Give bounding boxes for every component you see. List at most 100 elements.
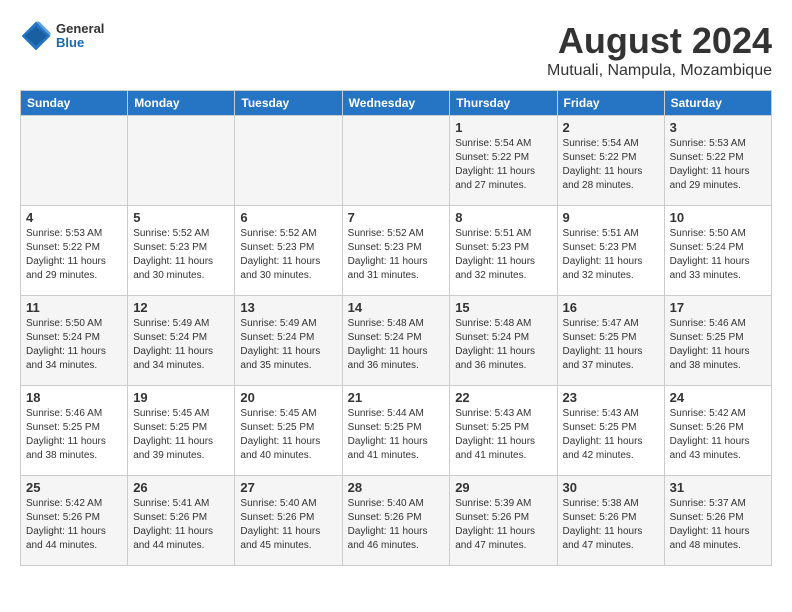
day-cell: 18 Sunrise: 5:46 AMSunset: 5:25 PMDayligh… — [21, 386, 128, 476]
day-cell: 27 Sunrise: 5:40 AMSunset: 5:26 PMDayligh… — [235, 476, 342, 566]
day-info: Sunrise: 5:44 AMSunset: 5:25 PMDaylight:… — [348, 407, 445, 463]
calendar: SundayMondayTuesdayWednesdayThursdayFrid… — [20, 90, 772, 566]
day-info: Sunrise: 5:40 AMSunset: 5:26 PMDaylight:… — [348, 497, 445, 553]
day-cell: 31 Sunrise: 5:37 AMSunset: 5:26 PMDayligh… — [664, 476, 771, 566]
day-number: 15 — [455, 300, 551, 315]
day-number: 30 — [563, 480, 659, 495]
day-cell: 16Sunrise: 5:47 AMSunset: 5:25 PMDayligh… — [557, 296, 664, 386]
day-info: Sunrise: 5:54 AMSunset: 5:22 PMDaylight:… — [563, 137, 659, 193]
day-number: 8 — [455, 210, 551, 225]
day-number: 20 — [240, 390, 336, 405]
day-cell: 10 Sunrise: 5:50 AMSunset: 5:24 PMDayligh… — [664, 206, 771, 296]
day-cell — [235, 116, 342, 206]
day-number: 2 — [563, 120, 659, 135]
day-info: Sunrise: 5:49 AMSunset: 5:24 PMDaylight:… — [133, 317, 229, 373]
day-info: Sunrise: 5:49 AMSunset: 5:24 PMDaylight:… — [240, 317, 336, 373]
day-number: 21 — [348, 390, 445, 405]
day-number: 12 — [133, 300, 229, 315]
day-cell: 26Sunrise: 5:41 AMSunset: 5:26 PMDayligh… — [128, 476, 235, 566]
day-info: Sunrise: 5:38 AMSunset: 5:26 PMDaylight:… — [563, 497, 659, 553]
day-header-tuesday: Tuesday — [235, 91, 342, 116]
day-cell: 21 Sunrise: 5:44 AMSunset: 5:25 PMDayligh… — [342, 386, 450, 476]
week-row-3: 11 Sunrise: 5:50 AMSunset: 5:24 PMDayligh… — [21, 296, 772, 386]
week-row-5: 25Sunrise: 5:42 AMSunset: 5:26 PMDayligh… — [21, 476, 772, 566]
week-row-4: 18 Sunrise: 5:46 AMSunset: 5:25 PMDayligh… — [21, 386, 772, 476]
day-info: Sunrise: 5:40 AMSunset: 5:26 PMDaylight:… — [240, 497, 336, 553]
day-header-sunday: Sunday — [21, 91, 128, 116]
logo-blue: Blue — [56, 36, 104, 50]
day-cell: 15 Sunrise: 5:48 AMSunset: 5:24 PMDayligh… — [450, 296, 557, 386]
logo-icon — [20, 20, 52, 52]
week-row-2: 4Sunrise: 5:53 AMSunset: 5:22 PMDaylight… — [21, 206, 772, 296]
day-info: Sunrise: 5:37 AMSunset: 5:26 PMDaylight:… — [670, 497, 766, 553]
day-cell: 2 Sunrise: 5:54 AMSunset: 5:22 PMDaylight… — [557, 116, 664, 206]
day-info: Sunrise: 5:51 AMSunset: 5:23 PMDaylight:… — [455, 227, 551, 283]
day-info: Sunrise: 5:50 AMSunset: 5:24 PMDaylight:… — [670, 227, 766, 283]
day-info: Sunrise: 5:54 AMSunset: 5:22 PMDaylight:… — [455, 137, 551, 193]
day-cell: 6 Sunrise: 5:52 AMSunset: 5:23 PMDaylight… — [235, 206, 342, 296]
day-header-wednesday: Wednesday — [342, 91, 450, 116]
header: General Blue August 2024 Mutuali, Nampul… — [20, 20, 772, 80]
day-number: 10 — [670, 210, 766, 225]
day-number: 26 — [133, 480, 229, 495]
day-number: 16 — [563, 300, 659, 315]
day-number: 18 — [26, 390, 122, 405]
day-cell: 28Sunrise: 5:40 AMSunset: 5:26 PMDayligh… — [342, 476, 450, 566]
day-cell: 22Sunrise: 5:43 AMSunset: 5:25 PMDayligh… — [450, 386, 557, 476]
day-cell: 9 Sunrise: 5:51 AMSunset: 5:23 PMDaylight… — [557, 206, 664, 296]
day-header-friday: Friday — [557, 91, 664, 116]
day-info: Sunrise: 5:52 AMSunset: 5:23 PMDaylight:… — [348, 227, 445, 283]
day-cell: 3 Sunrise: 5:53 AMSunset: 5:22 PMDaylight… — [664, 116, 771, 206]
logo: General Blue — [20, 20, 104, 52]
day-header-thursday: Thursday — [450, 91, 557, 116]
day-header-monday: Monday — [128, 91, 235, 116]
day-number: 23 — [563, 390, 659, 405]
day-info: Sunrise: 5:52 AMSunset: 5:23 PMDaylight:… — [240, 227, 336, 283]
day-number: 13 — [240, 300, 336, 315]
day-info: Sunrise: 5:48 AMSunset: 5:24 PMDaylight:… — [348, 317, 445, 373]
day-cell: 8 Sunrise: 5:51 AMSunset: 5:23 PMDaylight… — [450, 206, 557, 296]
day-header-saturday: Saturday — [664, 91, 771, 116]
day-number: 14 — [348, 300, 445, 315]
day-number: 3 — [670, 120, 766, 135]
week-row-1: 1 Sunrise: 5:54 AMSunset: 5:22 PMDaylight… — [21, 116, 772, 206]
day-info: Sunrise: 5:51 AMSunset: 5:23 PMDaylight:… — [563, 227, 659, 283]
day-cell: 24Sunrise: 5:42 AMSunset: 5:26 PMDayligh… — [664, 386, 771, 476]
day-cell — [342, 116, 450, 206]
day-cell: 30 Sunrise: 5:38 AMSunset: 5:26 PMDayligh… — [557, 476, 664, 566]
day-info: Sunrise: 5:39 AMSunset: 5:26 PMDaylight:… — [455, 497, 551, 553]
day-number: 6 — [240, 210, 336, 225]
logo-text: General Blue — [56, 22, 104, 51]
day-number: 11 — [26, 300, 122, 315]
day-number: 29 — [455, 480, 551, 495]
day-cell: 25Sunrise: 5:42 AMSunset: 5:26 PMDayligh… — [21, 476, 128, 566]
day-cell: 12 Sunrise: 5:49 AMSunset: 5:24 PMDayligh… — [128, 296, 235, 386]
day-info: Sunrise: 5:52 AMSunset: 5:23 PMDaylight:… — [133, 227, 229, 283]
day-number: 27 — [240, 480, 336, 495]
main-title: August 2024 — [547, 20, 772, 62]
day-info: Sunrise: 5:46 AMSunset: 5:25 PMDaylight:… — [26, 407, 122, 463]
day-cell: 29 Sunrise: 5:39 AMSunset: 5:26 PMDayligh… — [450, 476, 557, 566]
day-cell: 13 Sunrise: 5:49 AMSunset: 5:24 PMDayligh… — [235, 296, 342, 386]
day-info: Sunrise: 5:46 AMSunset: 5:25 PMDaylight:… — [670, 317, 766, 373]
day-cell — [21, 116, 128, 206]
day-cell: 14 Sunrise: 5:48 AMSunset: 5:24 PMDayligh… — [342, 296, 450, 386]
day-cell: 20 Sunrise: 5:45 AMSunset: 5:25 PMDayligh… — [235, 386, 342, 476]
day-info: Sunrise: 5:53 AMSunset: 5:22 PMDaylight:… — [670, 137, 766, 193]
day-number: 31 — [670, 480, 766, 495]
day-cell: 5Sunrise: 5:52 AMSunset: 5:23 PMDaylight… — [128, 206, 235, 296]
day-number: 1 — [455, 120, 551, 135]
day-info: Sunrise: 5:42 AMSunset: 5:26 PMDaylight:… — [26, 497, 122, 553]
title-area: August 2024 Mutuali, Nampula, Mozambique — [547, 20, 772, 80]
sub-title: Mutuali, Nampula, Mozambique — [547, 62, 772, 80]
day-info: Sunrise: 5:45 AMSunset: 5:25 PMDaylight:… — [240, 407, 336, 463]
day-info: Sunrise: 5:50 AMSunset: 5:24 PMDaylight:… — [26, 317, 122, 373]
day-cell: 1 Sunrise: 5:54 AMSunset: 5:22 PMDaylight… — [450, 116, 557, 206]
day-cell: 7 Sunrise: 5:52 AMSunset: 5:23 PMDaylight… — [342, 206, 450, 296]
day-number: 7 — [348, 210, 445, 225]
day-info: Sunrise: 5:48 AMSunset: 5:24 PMDaylight:… — [455, 317, 551, 373]
calendar-header-row: SundayMondayTuesdayWednesdayThursdayFrid… — [21, 91, 772, 116]
day-number: 9 — [563, 210, 659, 225]
day-cell: 17Sunrise: 5:46 AMSunset: 5:25 PMDayligh… — [664, 296, 771, 386]
day-info: Sunrise: 5:45 AMSunset: 5:25 PMDaylight:… — [133, 407, 229, 463]
